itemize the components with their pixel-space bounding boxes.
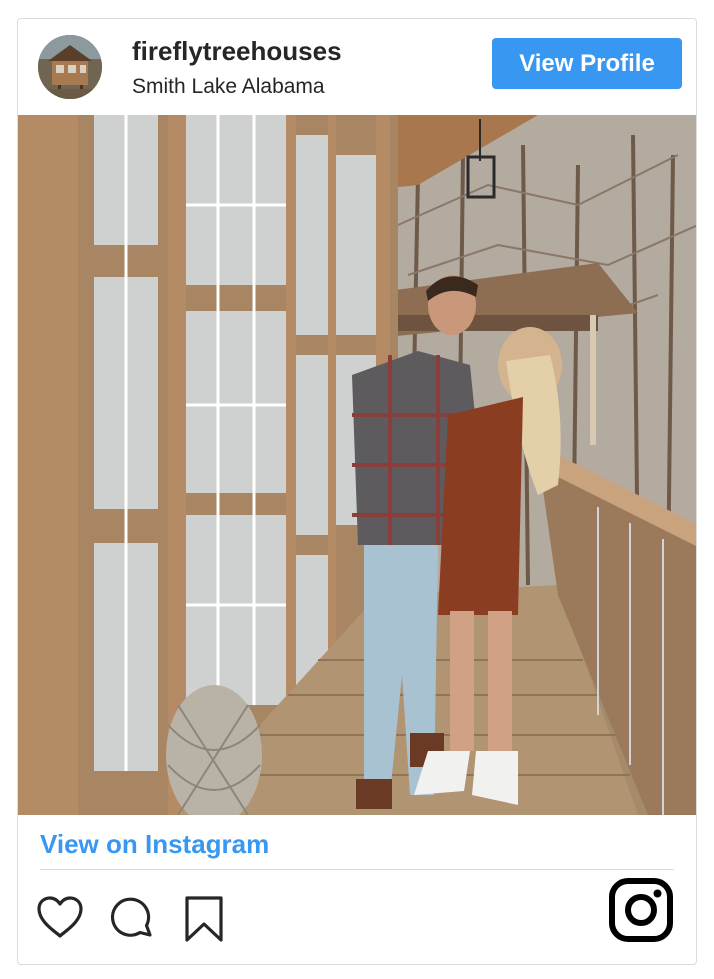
couple-on-treehouse-porch-image: [18, 115, 696, 815]
post-photo[interactable]: [18, 115, 696, 815]
footer-divider: [40, 869, 674, 870]
view-on-instagram-link[interactable]: View on Instagram: [40, 829, 269, 860]
profile-avatar[interactable]: [38, 35, 102, 99]
heart-icon[interactable]: [36, 895, 84, 939]
bookmark-icon[interactable]: [184, 895, 224, 943]
post-location[interactable]: Smith Lake Alabama: [132, 75, 325, 99]
profile-username[interactable]: fireflytreehouses: [132, 36, 342, 67]
post-header: fireflytreehouses Smith Lake Alabama Vie…: [18, 19, 696, 115]
instagram-logo-icon[interactable]: [608, 877, 674, 943]
instagram-embed-card: fireflytreehouses Smith Lake Alabama Vie…: [17, 18, 697, 965]
comment-icon[interactable]: [108, 895, 156, 943]
view-profile-button[interactable]: View Profile: [492, 38, 682, 89]
treehouse-avatar-image: [38, 35, 102, 99]
